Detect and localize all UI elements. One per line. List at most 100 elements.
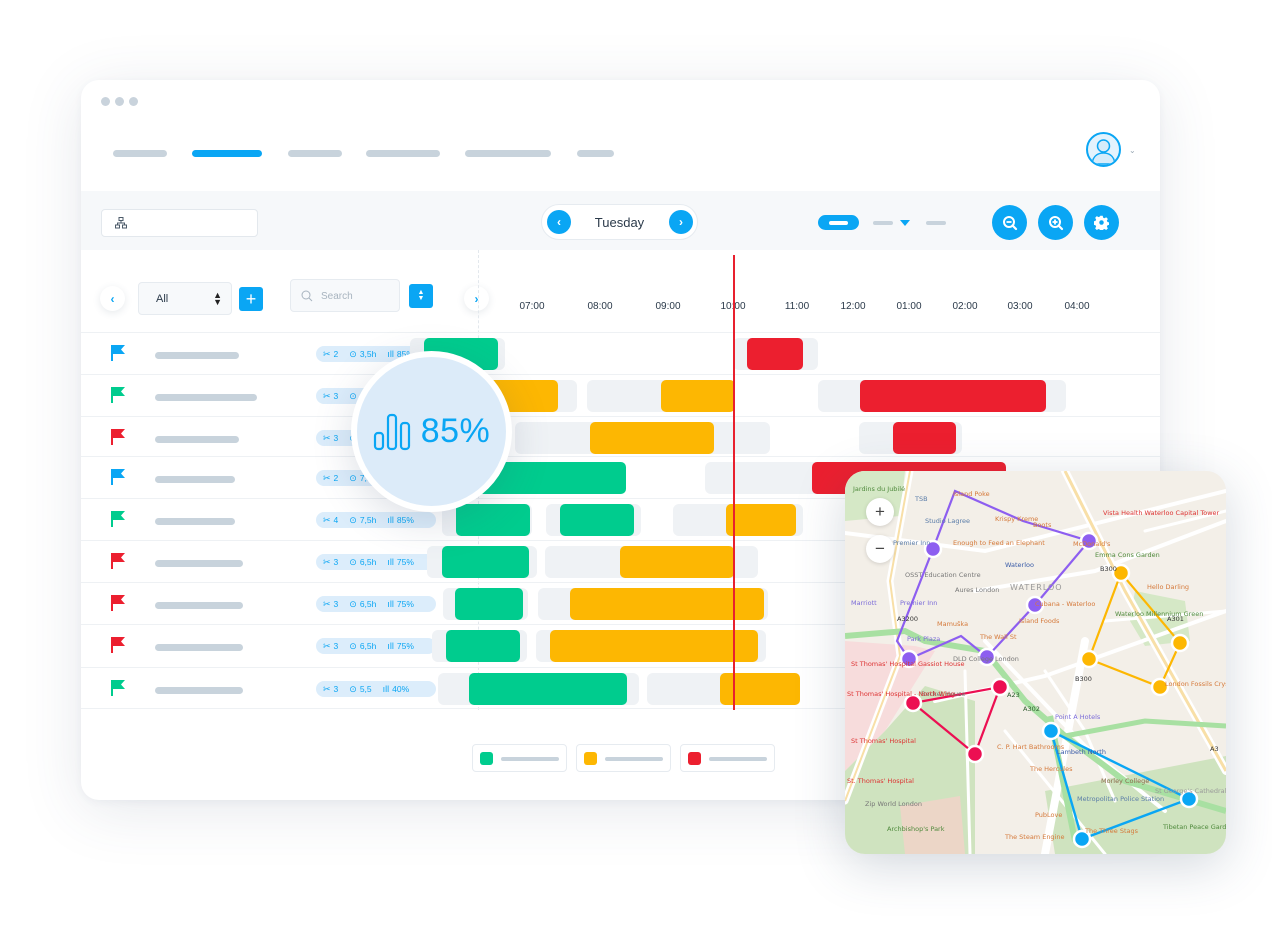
people-count: 4 [333, 515, 339, 525]
row-stats: ✂3 ⊙6,5h ıll75% [316, 638, 436, 654]
window-dot[interactable] [129, 97, 138, 106]
shift-bar-yellow[interactable] [550, 630, 758, 662]
row-stats: ✂3 ⊙6,5h ıll75% [316, 554, 436, 570]
route-stop[interactable] [1170, 633, 1190, 653]
sort-button[interactable]: ▲ ▼ [409, 284, 433, 308]
map-label: The Wall St [979, 633, 1017, 641]
view-mode-option[interactable] [873, 221, 893, 225]
map-zoom-in-button[interactable]: + [866, 498, 894, 526]
route-stop[interactable] [1079, 649, 1099, 669]
row-name-placeholder [155, 518, 235, 525]
map-label: Mamuška [937, 620, 968, 628]
shift-bar-yellow[interactable] [720, 673, 800, 705]
window-dot[interactable] [115, 97, 124, 106]
row-name-placeholder [155, 436, 239, 443]
legend-item-yellow[interactable] [576, 744, 671, 772]
legend-label-placeholder [501, 757, 559, 761]
bar-chart-icon: ıll [387, 557, 394, 567]
route-stop[interactable] [1041, 721, 1061, 741]
zoom-out-button[interactable] [992, 205, 1027, 240]
schedule-row[interactable]: ✂3 ⊙6,5h ıll75% [81, 416, 1160, 458]
user-avatar[interactable] [1086, 132, 1121, 167]
current-time-indicator [733, 255, 735, 710]
nav-tab-6[interactable] [577, 150, 614, 157]
shift-bar-green[interactable] [455, 588, 523, 620]
timeline-next-button[interactable]: › [464, 286, 489, 311]
shift-bar-yellow[interactable] [620, 546, 734, 578]
shift-bar-green[interactable] [446, 630, 520, 662]
nav-tab-5[interactable] [465, 150, 551, 157]
shift-bar-red[interactable] [747, 338, 803, 370]
team-icon: ✂ [323, 348, 331, 359]
route-map[interactable]: Jardins du Jubilé TSB Island Poke Studio… [845, 471, 1226, 854]
utilization-value: 85% [396, 515, 414, 525]
chevron-right-icon: › [679, 215, 683, 229]
caret-down-icon[interactable] [900, 220, 910, 226]
nav-tab-4[interactable] [366, 150, 440, 157]
hour-label: 03:00 [1007, 301, 1033, 312]
search-icon [301, 290, 313, 302]
zoom-in-button[interactable] [1038, 205, 1073, 240]
shift-bar-green[interactable] [456, 504, 530, 536]
schedule-row[interactable]: ✂3 ⊙6,5h ıll75% [81, 374, 1160, 416]
shift-bar-green[interactable] [560, 504, 634, 536]
route-stop[interactable] [990, 677, 1010, 697]
rows-prev-button[interactable]: ‹ [100, 286, 125, 311]
road-sign: A3200 [897, 615, 918, 623]
route-stop[interactable] [965, 744, 985, 764]
flag-icon[interactable] [110, 428, 126, 446]
map-label: Lambeth North [1057, 748, 1106, 756]
search-input[interactable] [321, 288, 395, 304]
sort-arrows-icon: ▲ ▼ [213, 290, 222, 307]
hour-label: 02:00 [952, 301, 978, 312]
map-label: St Thomas' Hospital Gassiot House [851, 660, 965, 668]
shift-bar-yellow[interactable] [726, 504, 796, 536]
shift-bar-red[interactable] [893, 422, 956, 454]
status-filter-select[interactable]: All ▲ ▼ [138, 282, 232, 315]
road-sign: A3 [1210, 745, 1219, 753]
flag-icon[interactable] [110, 344, 126, 362]
map-label: Waterloo [1005, 561, 1034, 569]
settings-button[interactable] [1084, 205, 1119, 240]
shift-bar-yellow[interactable] [661, 380, 735, 412]
bar-chart-icon: ıll [387, 515, 394, 525]
flag-icon[interactable] [110, 636, 126, 654]
map-canvas[interactable]: Jardins du Jubilé TSB Island Poke Studio… [845, 471, 1226, 854]
flag-icon[interactable] [110, 468, 126, 486]
flag-icon[interactable] [110, 552, 126, 570]
add-button[interactable]: + [239, 287, 263, 311]
org-filter-input[interactable] [101, 209, 258, 237]
view-mode-option-active[interactable] [818, 215, 859, 230]
row-name-placeholder [155, 352, 239, 359]
shift-bar-red[interactable] [860, 380, 1046, 412]
people-count: 3 [333, 391, 339, 401]
map-label: The Steam Engine [1004, 833, 1065, 841]
schedule-row[interactable]: ✂ 2 ⊙ 3,5h ıll 85% [81, 332, 1160, 374]
next-day-button[interactable]: › [669, 210, 693, 234]
hour-label: 11:00 [784, 301, 810, 312]
map-label: Studio Lagree [925, 517, 970, 525]
zoom-out-icon [1002, 215, 1017, 230]
user-menu-chevron-icon[interactable]: ⌄ [1129, 146, 1136, 155]
map-zoom-out-button[interactable]: − [866, 535, 894, 563]
shift-bar-green[interactable] [442, 546, 529, 578]
nav-tab-1[interactable] [113, 150, 167, 157]
nav-tab-3[interactable] [288, 150, 342, 157]
map-label: St George's Cathedral [1155, 787, 1226, 795]
map-label: St. Thomas' Hospital [847, 777, 914, 785]
nav-tab-2[interactable] [192, 150, 262, 157]
legend-item-red[interactable] [680, 744, 775, 772]
shift-bar-green[interactable] [469, 673, 627, 705]
row-name-placeholder [155, 644, 243, 651]
flag-icon[interactable] [110, 679, 126, 697]
flag-icon[interactable] [110, 510, 126, 528]
shift-bar-yellow[interactable] [590, 422, 714, 454]
flag-icon[interactable] [110, 594, 126, 612]
flag-icon[interactable] [110, 386, 126, 404]
map-label: OSST Education Centre [905, 571, 981, 579]
view-mode-option[interactable] [926, 221, 946, 225]
window-dot[interactable] [101, 97, 110, 106]
plus-icon: + [875, 502, 885, 521]
utilization-callout: 85% [351, 351, 512, 512]
legend-item-green[interactable] [472, 744, 567, 772]
